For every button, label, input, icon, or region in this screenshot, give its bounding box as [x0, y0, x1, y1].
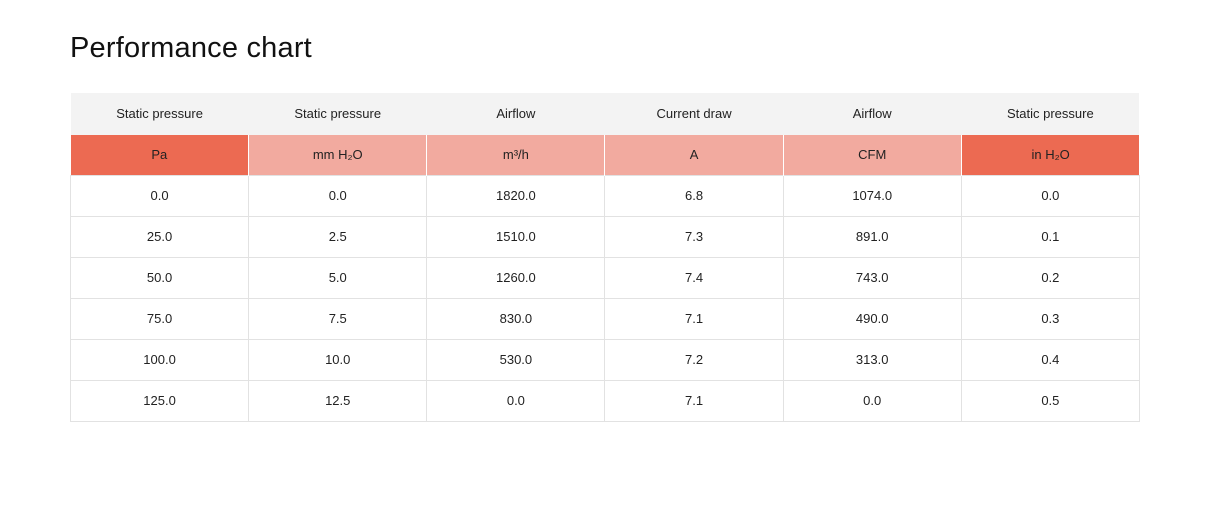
table-cell: 0.5 — [960, 379, 1140, 422]
column-header: Airflow — [426, 93, 605, 135]
table-cell: 830.0 — [426, 297, 606, 340]
table-cell: 1510.0 — [426, 215, 606, 258]
table-cell: 125.0 — [69, 379, 250, 422]
table-row: 75.0 7.5 830.0 7.1 490.0 0.3 — [69, 297, 1140, 340]
unit-cell: A — [604, 134, 784, 175]
performance-table: Static pressure Static pressure Airflow … — [69, 93, 1140, 422]
table-row: 25.0 2.5 1510.0 7.3 891.0 0.1 — [69, 215, 1140, 258]
column-header: Static pressure — [70, 93, 249, 135]
unit-cell: m³/h — [426, 134, 605, 175]
table-cell: 25.0 — [69, 215, 250, 258]
page-title: Performance chart — [70, 32, 312, 64]
table-body: 0.0 0.0 1820.0 6.8 1074.0 0.0 25.0 2.5 1510.0 7.3… — [69, 174, 1140, 422]
table-cell: 5.0 — [248, 256, 428, 299]
table-cell: 7.1 — [604, 379, 784, 422]
table-row: 125.0 12.5 0.0 7.1 0.0 0.5 — [69, 379, 1140, 422]
table-cell: 50.0 — [69, 256, 250, 299]
table-cell: 2.5 — [248, 215, 428, 258]
table-row: 0.0 0.0 1820.0 6.8 1074.0 0.0 — [69, 174, 1140, 217]
table-cell: 12.5 — [248, 379, 428, 422]
table-cell: 1820.0 — [426, 174, 606, 217]
table-row: 100.0 10.0 530.0 7.2 313.0 0.4 — [69, 338, 1140, 381]
table-header-row: Static pressure Static pressure Airflow … — [70, 93, 1140, 135]
table-cell: 7.4 — [604, 256, 784, 299]
unit-cell: in H₂O — [960, 134, 1140, 175]
table-row: 50.0 5.0 1260.0 7.4 743.0 0.2 — [69, 256, 1140, 299]
table-cell: 0.1 — [960, 215, 1140, 258]
unit-cell: Pa — [70, 134, 249, 175]
table-cell: 0.0 — [960, 174, 1140, 217]
table-cell: 1074.0 — [782, 174, 962, 217]
table-cell: 743.0 — [782, 256, 962, 299]
table-cell: 0.0 — [69, 174, 250, 217]
table-cell: 0.0 — [782, 379, 962, 422]
table-cell: 0.3 — [960, 297, 1140, 340]
table-cell: 490.0 — [782, 297, 962, 340]
table-unit-row: Pa mm H₂O m³/h A CFM in H₂O — [70, 134, 1140, 175]
table-cell: 7.2 — [604, 338, 784, 381]
table-cell: 0.0 — [426, 379, 606, 422]
table-cell: 100.0 — [69, 338, 250, 381]
table-cell: 530.0 — [426, 338, 606, 381]
table-cell: 7.5 — [248, 297, 428, 340]
table-cell: 7.1 — [604, 297, 784, 340]
table-cell: 6.8 — [604, 174, 784, 217]
column-header: Static pressure — [248, 93, 427, 135]
table-cell: 75.0 — [69, 297, 250, 340]
table-cell: 891.0 — [782, 215, 962, 258]
column-header: Current draw — [604, 93, 784, 135]
column-header: Static pressure — [961, 93, 1140, 135]
column-header: Airflow — [783, 93, 962, 135]
table-cell: 313.0 — [782, 338, 962, 381]
table-cell: 0.4 — [960, 338, 1140, 381]
table-cell: 1260.0 — [426, 256, 606, 299]
table-cell: 7.3 — [604, 215, 784, 258]
table-cell: 0.2 — [960, 256, 1140, 299]
unit-cell: CFM — [782, 134, 962, 175]
table-cell: 0.0 — [248, 174, 428, 217]
table-cell: 10.0 — [248, 338, 428, 381]
unit-cell: mm H₂O — [248, 134, 427, 175]
